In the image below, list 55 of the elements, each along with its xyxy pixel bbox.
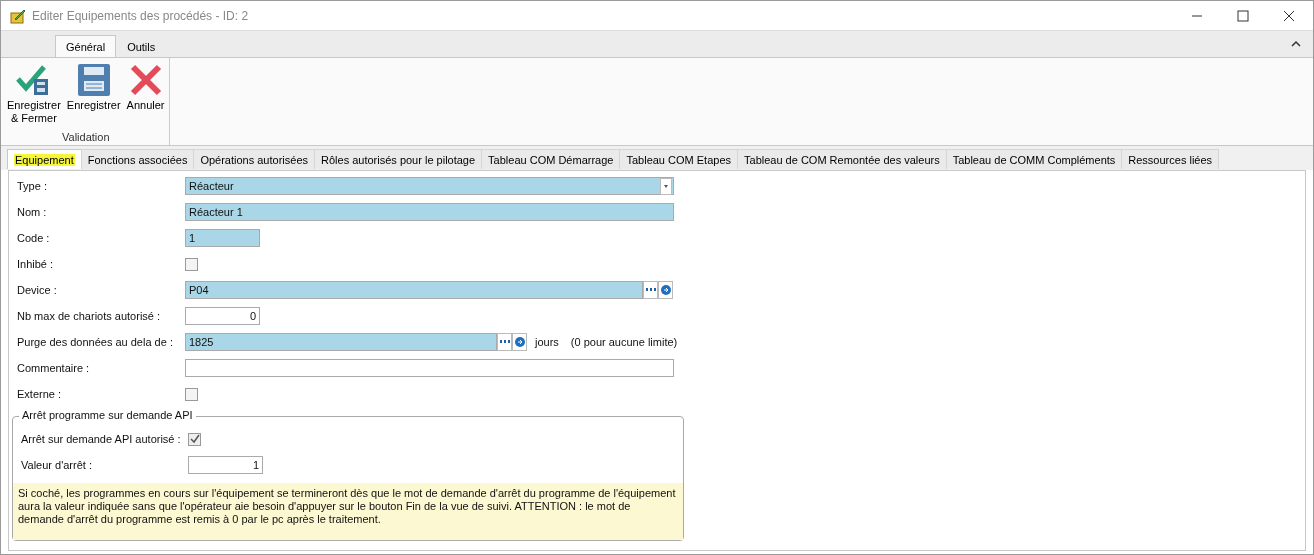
ellipsis-icon (499, 340, 510, 344)
field-label: Nom : (17, 206, 48, 218)
tab[interactable]: Ressources liées (1121, 149, 1220, 169)
tab[interactable]: Fonctions associées (80, 149, 195, 169)
text-field[interactable] (185, 359, 674, 377)
tab[interactable]: Opérations autorisées (193, 149, 315, 169)
lookup-field[interactable]: P04 (185, 281, 643, 299)
ellipsis-icon (645, 288, 656, 292)
field-label: Type : (17, 180, 48, 192)
unit-label: jours (535, 336, 559, 348)
browse-button[interactable] (643, 281, 658, 299)
go-button[interactable] (512, 333, 527, 351)
cross-icon (128, 63, 163, 97)
browse-button[interactable] (497, 333, 512, 351)
info-note: Si coché, les programmes en cours sur l'équipement se termineront dès que le mot de demande d'arrêt du programme de l'équipement aura la valeur indiquée sans que l'opérateur aie besoin d'appuyer sur le bouton Fin de la vue de suivi. ATTENTION : le mot de demande d'arrêt du programme est remis à 0 par le pc après le traitement. (13, 483, 683, 540)
ribbon-tab[interactable]: Outils (116, 35, 167, 57)
dropdown-field[interactable]: Réacteur (185, 177, 674, 195)
field-label: Code : (17, 232, 51, 244)
number-field[interactable]: 1 (188, 456, 263, 474)
group-label: Validation (62, 131, 110, 143)
hint-text: (0 pour aucune limite) (570, 336, 678, 348)
checkbox[interactable] (185, 387, 198, 401)
checkbox[interactable] (188, 432, 201, 446)
field-label: Purge des données au dela de : (17, 336, 174, 348)
lookup-field[interactable]: 1825 (185, 333, 497, 351)
arrow-circle-icon (660, 285, 671, 295)
pencil-icon (10, 7, 26, 24)
group-title: Arrêt programme sur demande API (19, 409, 196, 421)
field-label: Nb max de chariots autorisé : (17, 310, 162, 322)
ribbon-button[interactable]: Annuler (123, 62, 168, 126)
ribbon-tab[interactable]: Général (55, 35, 117, 57)
tab[interactable]: Rôles autorisés pour le pilotage (314, 149, 483, 169)
go-button[interactable] (658, 281, 673, 299)
number-field[interactable]: 0 (185, 307, 260, 325)
ribbon-button[interactable]: Enregistrer (63, 62, 124, 126)
collapse-icon[interactable] (1291, 40, 1301, 48)
field-label: Arrêt sur demande API autorisé : (21, 433, 182, 445)
field-label: Device : (17, 284, 58, 296)
ribbon-button[interactable]: Enregistrer & Fermer (4, 62, 64, 126)
field-label: Valeur d'arrêt : (21, 459, 93, 471)
checkbox[interactable] (185, 257, 198, 271)
tab[interactable]: Tableau COM Démarrage (481, 149, 621, 169)
maximize-icon[interactable] (1237, 9, 1249, 22)
arrow-circle-icon (514, 337, 525, 347)
field-label: Commentaire : (17, 362, 91, 374)
text-field[interactable]: 1 (185, 229, 260, 247)
window-title: Editer Equipements des procédés - ID: 2 (32, 8, 249, 23)
close-icon[interactable] (1283, 9, 1295, 22)
field-label: Externe : (17, 388, 63, 400)
tab[interactable]: Equipement (7, 149, 82, 169)
field-label: Inhibé : (17, 258, 55, 270)
text-field[interactable]: Réacteur 1 (185, 203, 674, 221)
tab[interactable]: Tableau COM Etapes (619, 149, 738, 169)
tab[interactable]: Tableau de COM Remontée des valeurs (737, 149, 947, 169)
tab[interactable]: Tableau de COMM Compléments (945, 149, 1123, 169)
